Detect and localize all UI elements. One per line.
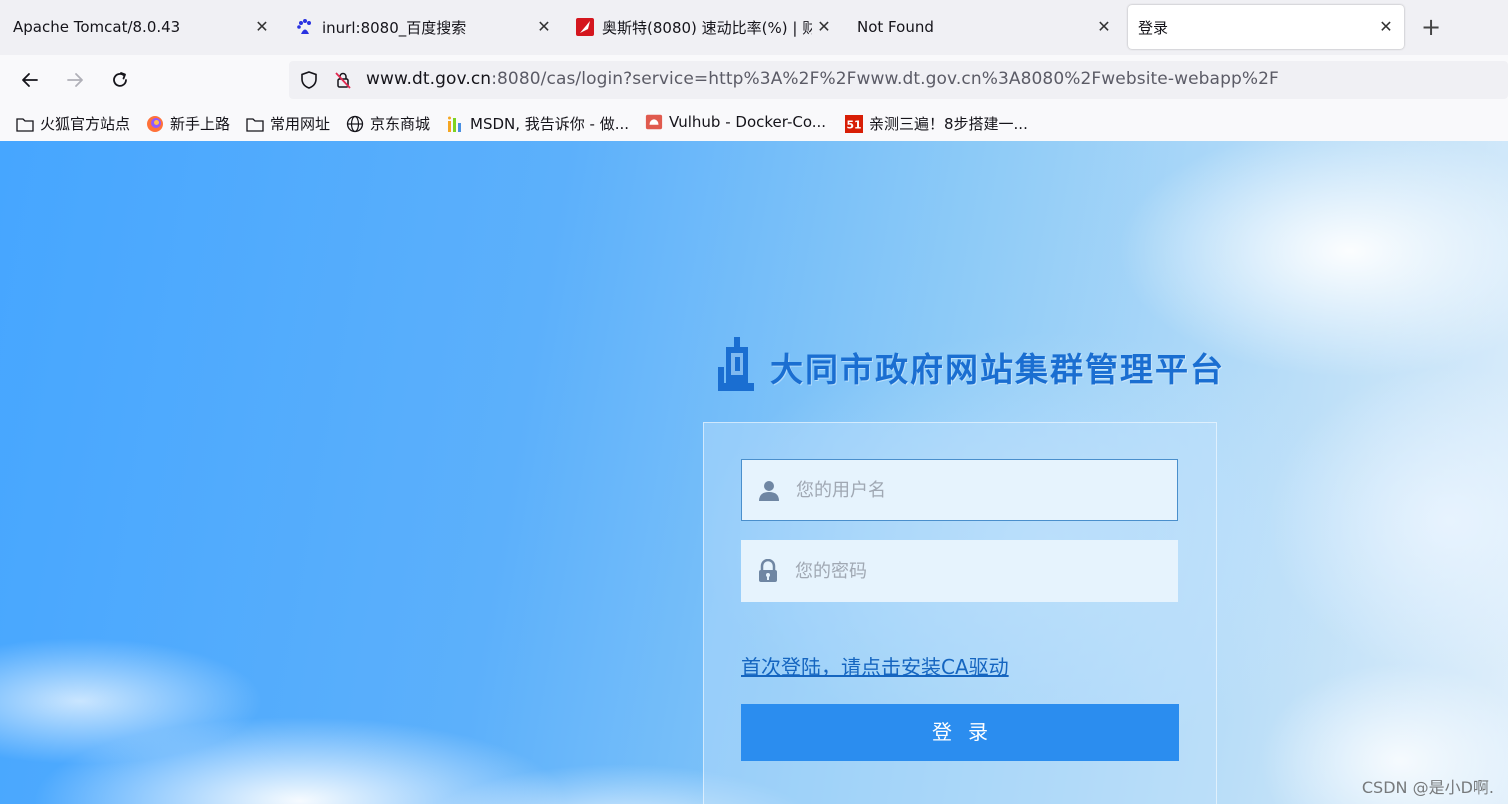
tab-label: Not Found [857, 18, 934, 36]
reload-icon [113, 72, 127, 87]
bookmark-vulhub[interactable]: Vulhub - Docker-Co... [645, 113, 826, 131]
url-path: :8080/cas/login?service=http%3A%2F%2Fwww… [491, 69, 1279, 89]
csdn-watermark: CSDN @是小D啊. [1361, 778, 1494, 797]
url-text[interactable]: www.dt.gov.cn:8080/cas/login?service=htt… [366, 69, 1279, 89]
bookmark-label: 亲测三遍！8步搭建一... [869, 115, 1028, 133]
shield-icon[interactable] [299, 70, 319, 94]
bookmark-common-sites[interactable]: 常用网址 [246, 113, 330, 134]
user-icon [756, 477, 782, 503]
forward-button[interactable] [62, 67, 88, 93]
bookmark-getting-started[interactable]: 新手上路 [146, 113, 230, 134]
close-icon[interactable]: ✕ [814, 17, 834, 37]
msdn-icon [446, 115, 464, 133]
new-tab-button[interactable]: + [1418, 14, 1444, 40]
vulhub-icon [645, 113, 663, 131]
tab-label: inurl:8080_百度搜索 [322, 18, 467, 37]
tab-strip: Apache Tomcat/8.0.43 ✕ inurl:8080_百度搜索 ✕… [0, 0, 1508, 55]
tab-label: 登录 [1138, 18, 1169, 37]
51cto-icon: 51 [845, 114, 863, 133]
bookmark-51cto[interactable]: 51 亲测三遍！8步搭建一... [845, 113, 1028, 134]
reload-button[interactable] [107, 67, 133, 93]
red-flag-icon [576, 18, 594, 36]
globe-icon [346, 115, 364, 133]
url-host: www.dt.gov.cn [366, 69, 492, 89]
close-icon[interactable]: ✕ [1094, 17, 1114, 37]
bookmark-jd[interactable]: 京东商城 [346, 113, 430, 134]
tab-baidu-search[interactable]: inurl:8080_百度搜索 ✕ [286, 5, 562, 49]
bookmark-label: Vulhub - Docker-Co... [669, 113, 827, 131]
install-ca-driver-link[interactable]: 首次登陆，请点击安装CA驱动 [741, 651, 1009, 680]
forward-arrow-icon [67, 73, 83, 87]
lock-icon [755, 558, 781, 584]
site-logo-icon [718, 337, 754, 391]
page-content: 大同市政府网站集群管理平台 首次登陆，请点击安装CA驱动 登录 CSDN @是小… [0, 141, 1508, 804]
login-panel: 首次登陆，请点击安装CA驱动 登录 [703, 422, 1217, 804]
bookmarks-toolbar: 火狐官方站点 新手上路 常用网址 京东商城 MSDN, 我告诉你 - 做... … [0, 105, 1508, 142]
baidu-paw-icon [296, 18, 314, 36]
username-field[interactable] [741, 459, 1178, 521]
bookmark-msdn[interactable]: MSDN, 我告诉你 - 做... [446, 113, 629, 134]
bookmark-label: 京东商城 [370, 115, 431, 133]
tab-not-found[interactable]: Not Found ✕ [840, 5, 1122, 49]
site-logo: 大同市政府网站集群管理平台 [718, 337, 1225, 397]
folder-icon [246, 115, 264, 133]
bookmark-label: 火狐官方站点 [40, 115, 131, 133]
back-button[interactable] [17, 67, 43, 93]
back-arrow-icon [22, 73, 38, 87]
close-icon[interactable]: ✕ [534, 17, 554, 37]
login-button[interactable]: 登录 [741, 704, 1179, 761]
tab-label: 奥斯特(8080) 速动比率(%) | 财 [602, 18, 812, 37]
tab-finance-page[interactable]: 奥斯特(8080) 速动比率(%) | 财 ✕ [566, 5, 836, 49]
navigation-bar: www.dt.gov.cn:8080/cas/login?service=htt… [0, 55, 1508, 105]
bookmark-label: 新手上路 [170, 115, 231, 133]
bookmark-label: 常用网址 [270, 115, 331, 133]
address-bar[interactable]: www.dt.gov.cn:8080/cas/login?service=htt… [289, 61, 1508, 99]
username-input[interactable] [794, 478, 1158, 502]
firefox-icon [146, 115, 164, 133]
insecure-lock-icon[interactable] [333, 70, 353, 94]
bookmark-label: MSDN, 我告诉你 - 做... [470, 115, 630, 133]
tab-login[interactable]: 登录 ✕ [1128, 5, 1404, 49]
tab-label: Apache Tomcat/8.0.43 [13, 18, 181, 36]
close-icon[interactable]: ✕ [252, 17, 272, 37]
tab-apache-tomcat[interactable]: Apache Tomcat/8.0.43 ✕ [0, 5, 280, 49]
svg-text:51: 51 [846, 118, 861, 131]
password-input[interactable] [793, 559, 1157, 583]
password-field[interactable] [741, 540, 1178, 602]
bookmark-firefox-official[interactable]: 火狐官方站点 [16, 113, 130, 134]
folder-icon [16, 115, 34, 133]
site-title: 大同市政府网站集群管理平台 [770, 350, 1225, 389]
close-icon[interactable]: ✕ [1376, 17, 1396, 37]
